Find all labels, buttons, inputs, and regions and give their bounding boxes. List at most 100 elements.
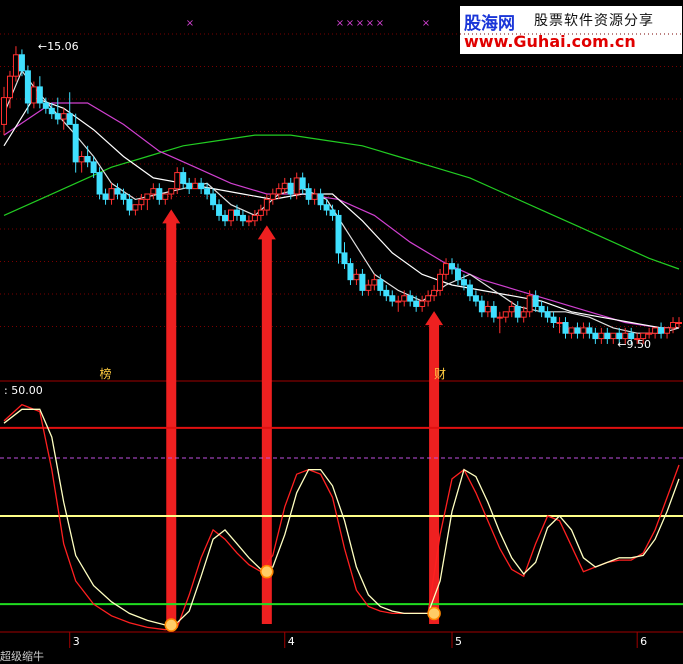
candle-body <box>192 182 199 190</box>
candle-body <box>431 289 438 297</box>
candle-body <box>150 188 157 195</box>
candle-body <box>389 295 396 302</box>
candle-body <box>90 161 97 174</box>
candle-body <box>198 182 205 190</box>
candle-body <box>239 214 246 222</box>
candle-body <box>251 214 258 222</box>
candle-body <box>293 177 300 195</box>
candle-body <box>168 188 175 195</box>
candle-body <box>532 295 539 307</box>
candle-body <box>658 327 665 334</box>
candle-body <box>174 172 181 190</box>
candle-body <box>466 284 473 297</box>
candle-body <box>514 305 521 318</box>
candle-body <box>311 193 318 200</box>
x-tick-label: 3 <box>73 635 80 648</box>
candle-body <box>670 322 677 329</box>
candle-body <box>449 263 456 270</box>
candle-body <box>538 305 545 313</box>
candle-body <box>305 188 312 200</box>
candle-body <box>233 209 240 216</box>
candle-body <box>544 311 551 318</box>
candle-body <box>484 305 491 313</box>
candle-body <box>359 273 366 291</box>
candle-body <box>156 188 163 200</box>
candle-body <box>526 295 533 313</box>
candle-body <box>78 156 85 163</box>
signal-mark: × <box>376 18 384 29</box>
signal-dot <box>427 606 441 621</box>
candle-body <box>120 193 127 200</box>
candle-body <box>425 295 432 302</box>
signal-dot <box>260 564 274 579</box>
ma-mid-line <box>3 96 679 329</box>
candle-body <box>419 300 426 307</box>
candle-body <box>568 327 575 334</box>
signal-mark: × <box>336 18 344 29</box>
candle-body <box>114 188 121 195</box>
candle-body <box>287 182 294 195</box>
candle-body <box>472 295 479 302</box>
candle-body <box>1 97 7 125</box>
candle-body <box>377 279 384 291</box>
signal-mark: × <box>186 18 194 29</box>
candle-body <box>652 327 659 334</box>
candle-body <box>502 311 509 318</box>
candle-body <box>269 193 276 200</box>
x-tick-label: 4 <box>288 635 295 648</box>
candle-body <box>383 289 390 297</box>
candle-body <box>299 177 306 190</box>
candle-body <box>126 198 133 211</box>
indicator-name: 超级缩牛 <box>0 650 44 663</box>
candle-body <box>598 332 605 340</box>
candle-body <box>48 107 55 115</box>
candle-body <box>646 332 653 335</box>
candle-body <box>371 279 378 286</box>
price-annotation: ←9.50 <box>617 338 651 351</box>
signal-mark: × <box>366 18 374 29</box>
candle-body <box>676 322 682 325</box>
candle-body <box>556 322 563 325</box>
candle-body <box>54 113 61 120</box>
oscillator-series-line <box>3 408 680 626</box>
candle-body <box>108 188 115 200</box>
signal-mark: × <box>346 18 354 29</box>
candle-body <box>162 193 169 200</box>
candle-body <box>592 332 599 340</box>
candle-body <box>520 311 527 318</box>
candle-body <box>132 204 139 211</box>
candle-body <box>460 279 467 286</box>
candle-body <box>508 305 515 313</box>
candle-body <box>490 305 497 318</box>
candle-body <box>6 75 13 99</box>
candle-body <box>586 327 593 334</box>
candle-body <box>353 273 360 281</box>
candle-body <box>263 198 270 211</box>
candle-body <box>443 263 450 275</box>
candle-body <box>562 322 569 334</box>
oscillator-value-label: : 50.00 <box>4 384 43 397</box>
price-annotation: ←15.06 <box>38 40 79 53</box>
candle-body <box>227 209 234 222</box>
candle-body <box>365 284 372 291</box>
candle-body <box>413 300 420 307</box>
x-tick-label: 5 <box>455 635 462 648</box>
candle-body <box>210 193 217 206</box>
candle-body <box>664 327 671 334</box>
candle-body <box>281 182 288 190</box>
divider-marker: 财 <box>434 367 446 381</box>
candle-body <box>257 209 264 216</box>
stock-chart: × × × × × × ×←15.06←9.50榜 财: 50.003 4 5 6 <box>0 18 683 648</box>
candle-body <box>138 198 145 206</box>
candle-body <box>30 86 37 104</box>
candle-body <box>60 113 67 120</box>
candle-body <box>72 123 79 163</box>
candle-body <box>18 54 25 72</box>
candle-body <box>437 273 444 291</box>
candle-body <box>401 295 408 302</box>
candle-body <box>329 209 336 216</box>
candle-body <box>102 193 109 200</box>
candle-body <box>66 113 73 125</box>
candle-body <box>550 316 557 324</box>
candle-body <box>317 193 324 206</box>
